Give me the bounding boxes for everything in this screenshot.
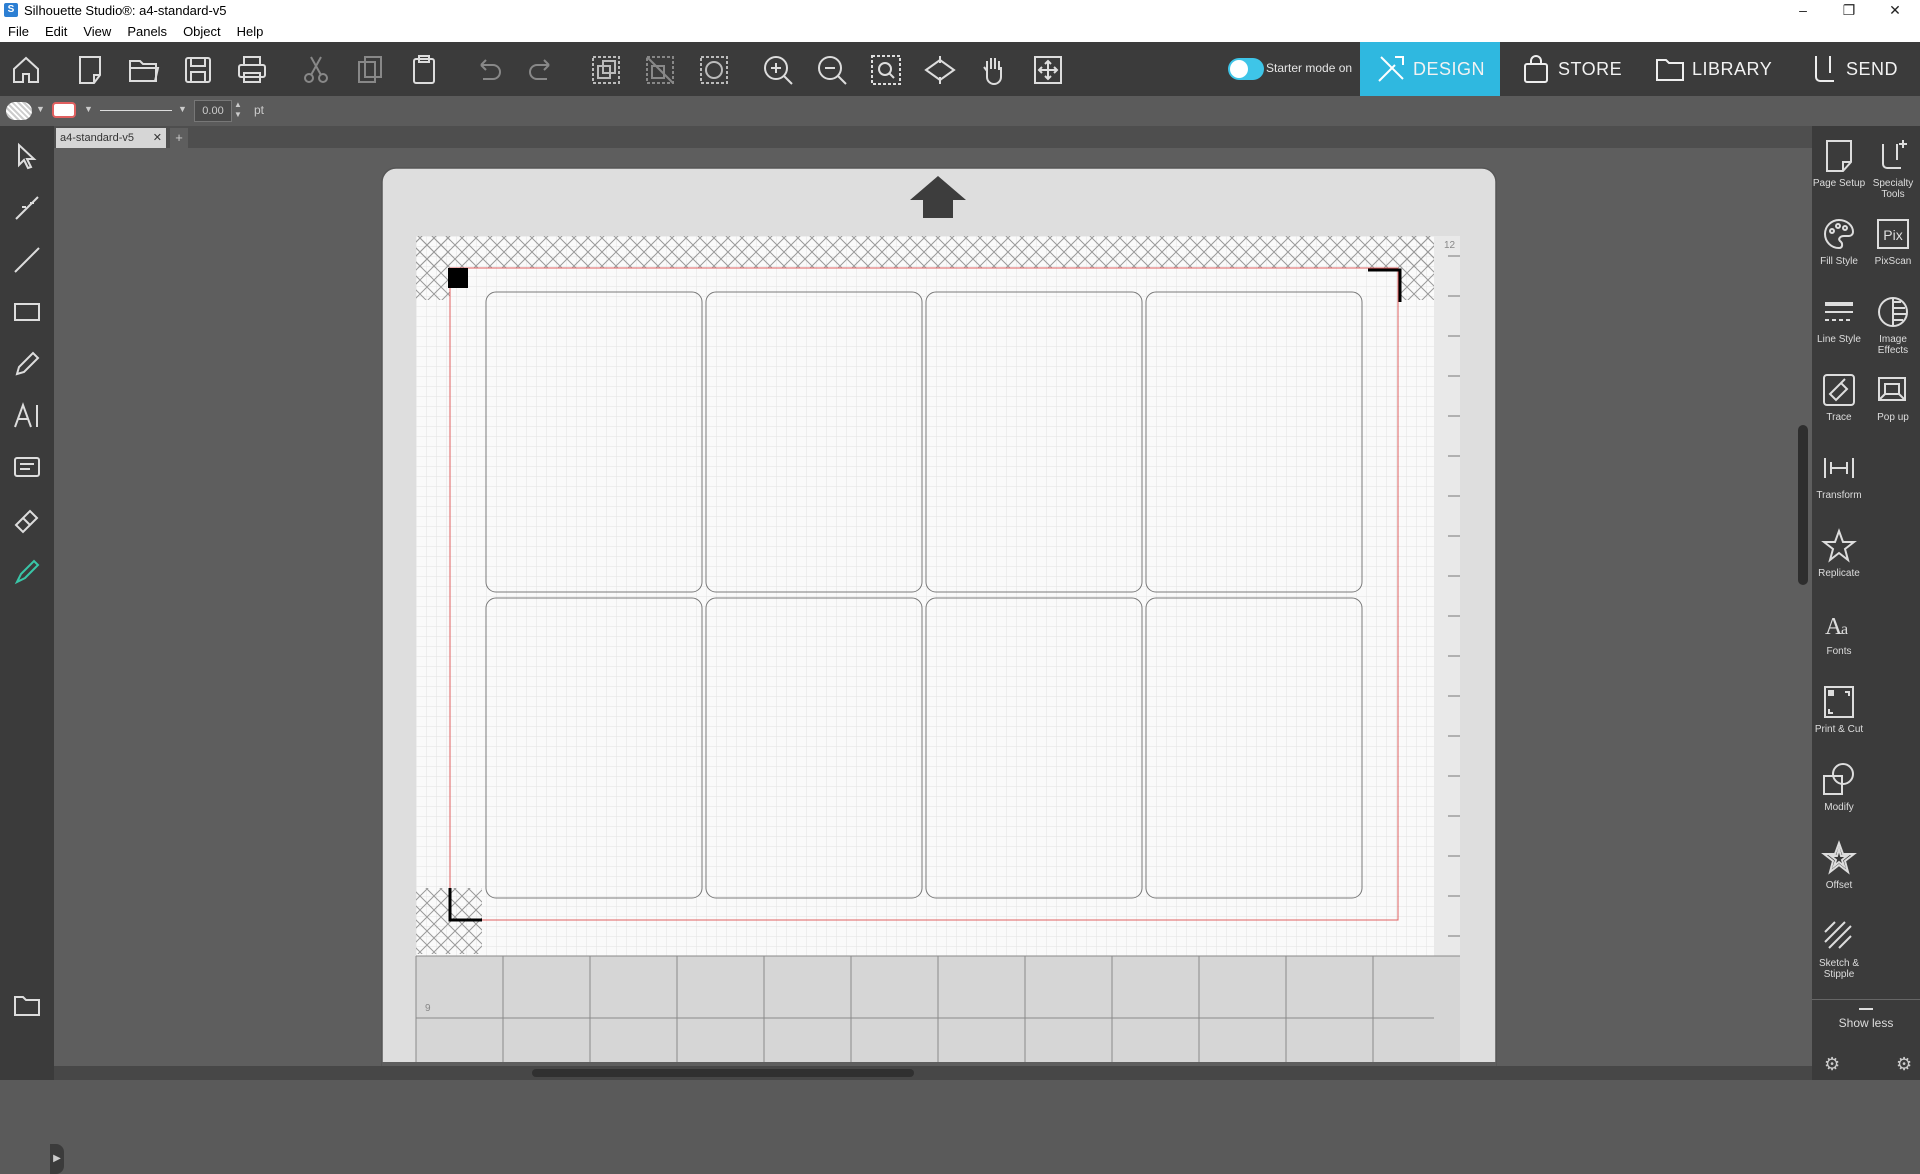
- fill-style-button[interactable]: Fill Style: [1812, 210, 1866, 288]
- no-cut-zone-left-top: [416, 236, 450, 300]
- specialty-tools-label: Specialty Tools: [1872, 178, 1914, 200]
- print-cut-button[interactable]: Print & Cut: [1812, 678, 1866, 756]
- pixscan-label: PixScan: [1874, 256, 1912, 267]
- page-setup-button[interactable]: Page Setup: [1812, 132, 1866, 210]
- panel-divider: [1812, 999, 1920, 1000]
- page-setup-icon: [1826, 140, 1852, 172]
- pop-up-label: Pop up: [1877, 412, 1909, 423]
- print-cut-icon: [1824, 686, 1854, 718]
- line-style-button[interactable]: Line Style: [1812, 288, 1866, 366]
- show-less-label: Show less: [1838, 1016, 1894, 1030]
- replicate-icon: [1821, 528, 1857, 563]
- sketch-stipple-icon: [1824, 921, 1852, 949]
- palette-icon: [1824, 218, 1855, 250]
- transform-label: Transform: [1816, 490, 1862, 501]
- trace-label: Trace: [1826, 412, 1852, 423]
- horizontal-scroll-thumb[interactable]: [532, 1069, 914, 1077]
- pop-up-button[interactable]: Pop up: [1866, 366, 1920, 444]
- cutting-mat: [381, 167, 1497, 1080]
- registration-mark-square: [448, 268, 468, 288]
- offset-label: Offset: [1825, 880, 1853, 891]
- no-cut-zone-right-top: [1400, 236, 1434, 300]
- ruler-number-top: 12: [1444, 240, 1456, 251]
- offset-star-icon: [1821, 840, 1857, 875]
- horizontal-scrollbar[interactable]: [54, 1066, 1812, 1080]
- image-effects-icon: [1878, 297, 1908, 327]
- fill-style-label: Fill Style: [1820, 256, 1858, 267]
- line-style-label: Line Style: [1817, 334, 1861, 345]
- offset-button[interactable]: Offset: [1812, 834, 1866, 912]
- modify-icon: [1823, 763, 1854, 795]
- image-effects-button[interactable]: Image Effects: [1866, 288, 1920, 366]
- pixscan-button[interactable]: Pix PixScan: [1866, 210, 1920, 288]
- svg-text:a: a: [1841, 621, 1848, 638]
- print-cut-label: Print & Cut: [1814, 724, 1864, 735]
- specialty-tools-button[interactable]: Specialty Tools: [1866, 132, 1920, 210]
- svg-text:Pix: Pix: [1883, 227, 1902, 243]
- modify-button[interactable]: Modify: [1812, 756, 1866, 834]
- expand-panel-arrow-icon[interactable]: ▶: [50, 1144, 64, 1174]
- modify-label: Modify: [1824, 802, 1854, 813]
- no-cut-zone-top: [416, 236, 1434, 268]
- settings-gear-icon[interactable]: ⚙: [1824, 1054, 1840, 1075]
- image-effects-label: Image Effects: [1877, 334, 1909, 356]
- pop-up-icon: [1878, 377, 1906, 401]
- ruler-number-bottom: 9: [425, 1003, 431, 1014]
- page-setup-label: Page Setup: [1812, 178, 1866, 189]
- fonts-icon: Aa: [1825, 614, 1848, 640]
- trace-button[interactable]: Trace: [1812, 366, 1866, 444]
- trace-icon: [1823, 374, 1855, 406]
- line-style-icon: [1825, 302, 1853, 321]
- show-less-button[interactable]: Show less: [1812, 1006, 1920, 1030]
- vertical-ruler: [1434, 236, 1460, 1062]
- vertical-scrollbar[interactable]: [1798, 425, 1808, 585]
- help-gear-icon[interactable]: ⚙: [1896, 1054, 1912, 1075]
- specialty-tools-icon: [1882, 140, 1907, 169]
- sketch-stipple-label: Sketch & Stipple: [1818, 958, 1860, 980]
- ruler-ticks: [1448, 255, 1460, 1057]
- right-panel: Page Setup Specialty Tools Fill Style Pi…: [1812, 126, 1920, 1080]
- replicate-label: Replicate: [1818, 568, 1860, 579]
- replicate-button[interactable]: Replicate: [1812, 522, 1866, 600]
- transform-button[interactable]: Transform: [1812, 444, 1866, 522]
- sketch-stipple-button[interactable]: Sketch & Stipple: [1812, 912, 1866, 990]
- collapse-icon: [1859, 1008, 1873, 1010]
- pixscan-icon: Pix: [1877, 219, 1909, 249]
- fonts-label: Fonts: [1826, 646, 1852, 657]
- transform-icon: [1824, 458, 1854, 478]
- fonts-button[interactable]: Aa Fonts: [1812, 600, 1866, 678]
